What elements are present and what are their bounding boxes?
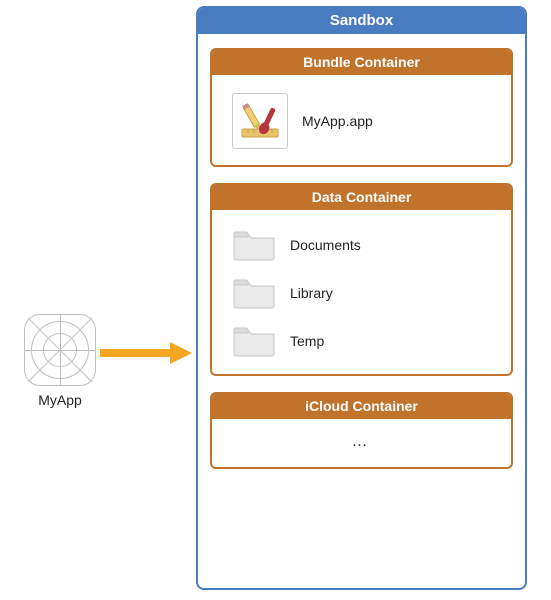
bundle-item-label: MyApp.app	[302, 113, 373, 129]
icloud-container: iCloud Container …	[210, 392, 513, 469]
folder-icon	[232, 276, 276, 310]
folder-row: Temp	[224, 320, 499, 362]
data-container-title: Data Container	[212, 185, 511, 210]
folder-icon	[232, 324, 276, 358]
folder-label: Temp	[290, 333, 324, 349]
sandbox-panel: Sandbox Bundle Container	[196, 6, 527, 590]
sandbox-body: Bundle Container	[198, 34, 525, 493]
bundle-item-row: MyApp.app	[224, 89, 499, 153]
folder-label: Documents	[290, 237, 361, 253]
data-container: Data Container Documents	[210, 183, 513, 376]
folder-label: Library	[290, 285, 333, 301]
folder-icon	[232, 228, 276, 262]
icloud-container-title: iCloud Container	[212, 394, 511, 419]
bundle-container: Bundle Container	[210, 48, 513, 167]
bundle-container-body: MyApp.app	[212, 75, 511, 165]
data-container-body: Documents Library	[212, 210, 511, 374]
app-block: MyApp	[20, 314, 100, 408]
icloud-ellipsis: …	[212, 419, 511, 467]
app-icon	[24, 314, 96, 386]
app-bundle-icon	[232, 93, 288, 149]
diagram-canvas: MyApp Sandbox Bundle Container	[0, 0, 551, 600]
sandbox-title: Sandbox	[198, 8, 525, 34]
app-label: MyApp	[20, 392, 100, 408]
folder-row: Documents	[224, 224, 499, 266]
folder-row: Library	[224, 272, 499, 314]
bundle-container-title: Bundle Container	[212, 50, 511, 75]
arrow-icon	[100, 342, 192, 364]
